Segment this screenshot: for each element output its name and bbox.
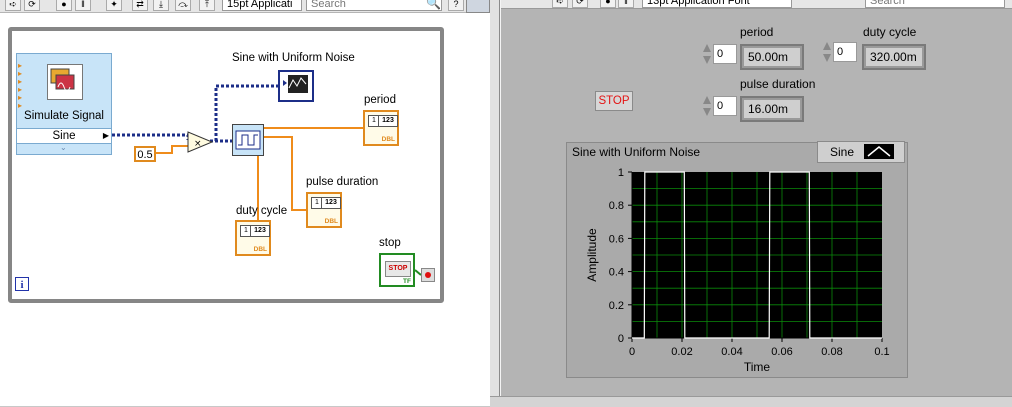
period-terminal-label: period <box>364 94 396 106</box>
expand-chevron-icon[interactable]: ⌄ <box>60 143 67 152</box>
type-label: DBL <box>253 246 267 253</box>
numeric-display-icon: 123 <box>378 115 398 127</box>
type-label: TF <box>403 278 411 285</box>
period-indicator: 50.00m <box>740 44 804 70</box>
duty-cycle-label: duty cycle <box>863 25 917 39</box>
numeric-wire-constant <box>156 145 188 154</box>
y-tick-label: 0.4 <box>609 267 624 279</box>
x-tick-label: 0 <box>629 346 635 358</box>
type-label: DBL <box>381 136 395 143</box>
waveform-graph-terminal[interactable] <box>278 70 314 102</box>
duty-cycle-indicator: 320.00m <box>862 44 926 70</box>
search-input[interactable]: Search <box>865 0 1005 8</box>
graph-terminal-label: Sine with Uniform Noise <box>232 52 355 64</box>
abort-icon[interactable]: ● <box>600 0 616 8</box>
x-tick-label: 0.04 <box>721 346 742 358</box>
simulate-signal-title: Simulate Signal <box>24 110 104 122</box>
font-ring[interactable]: 13pt Application Font <box>642 0 792 8</box>
duty-cycle-indicator-terminal[interactable]: 1 123 DBL <box>235 220 271 256</box>
numeric-display-icon: 123 <box>321 197 341 209</box>
simulate-signal-icon <box>47 64 83 100</box>
pulse-duration-value: 16.00m <box>744 100 800 118</box>
x-tick-label: 0.02 <box>671 346 692 358</box>
extract-info-express-vi[interactable] <box>232 124 264 156</box>
plot-svg: 0 0.2 0.4 0.6 0.8 1 0 0.02 0.04 0.06 0.08 0.1 Time Am… <box>585 167 890 374</box>
pause-icon[interactable]: ‖ <box>618 0 634 8</box>
period-increment-decrement[interactable] <box>701 41 713 67</box>
numeric-constant[interactable]: 0.5 <box>134 146 156 162</box>
duty-cycle-index[interactable]: 0 <box>833 42 857 62</box>
run-continuously-icon[interactable]: ⟳ <box>572 0 588 8</box>
numeric-wire-pulse <box>264 136 306 211</box>
period-index[interactable]: 0 <box>713 44 737 64</box>
stop-button-terminal[interactable]: STOP TF <box>379 253 415 287</box>
simulate-signal-express-vi[interactable]: ▸ ▸ ▸ ▸ ▸ ▸ Simulate Signal Sine ▶ ⌄ <box>16 53 112 155</box>
y-tick-label: 0 <box>618 333 624 345</box>
front-panel-toolbar: ➪ ⟳ ● ‖ 13pt Application Font Search <box>490 0 1012 9</box>
pulse-duration-indicator: 16.00m <box>740 96 804 122</box>
triangle-right-icon: ▶ <box>102 131 109 140</box>
period-value: 50.00m <box>744 48 800 66</box>
x-tick-label: 0.08 <box>821 346 842 358</box>
y-tick-label: 1 <box>618 167 624 179</box>
pulse-measure-icon <box>235 130 261 150</box>
simulate-signal-output-ring[interactable]: Sine ▶ <box>17 128 111 144</box>
horizontal-scrollbar[interactable] <box>490 396 1012 407</box>
x-tick-label: 0.1 <box>874 346 889 358</box>
simulate-signal-output-label: Sine <box>52 130 76 142</box>
pulse-duration-increment-decrement[interactable] <box>701 93 713 119</box>
block-diagram-window: ➪ ⟳ ● ‖ ✦ ⇄ ⤓ ⤼ ⤒ 15pt Applicati Search … <box>0 0 490 406</box>
window-border-highlight <box>500 0 501 406</box>
x-tick-label: 0.06 <box>771 346 792 358</box>
input-terminals-icon: ▸ ▸ ▸ ▸ ▸ ▸ <box>18 61 23 110</box>
y-tick-label: 0.2 <box>609 300 624 312</box>
svg-text:×: × <box>194 139 202 149</box>
y-tick-label: 0.8 <box>609 200 624 212</box>
stop-terminal-label: stop <box>379 237 401 249</box>
y-axis-label: Amplitude <box>585 228 599 282</box>
pulse-duration-indicator-terminal[interactable]: 1 123 DBL <box>306 192 342 228</box>
stop-terminal-icon: STOP <box>385 261 411 277</box>
pulse-duration-terminal-label: pulse duration <box>306 176 379 188</box>
duty-cycle-increment-decrement[interactable] <box>821 39 833 65</box>
period-label: period <box>740 25 774 39</box>
numeric-display-icon: 123 <box>250 225 270 237</box>
x-axis-label: Time <box>744 360 771 374</box>
window-border <box>490 0 500 406</box>
type-label: DBL <box>324 218 338 225</box>
duty-cycle-value: 320.00m <box>866 48 922 66</box>
loop-condition-terminal[interactable] <box>421 268 435 282</box>
y-tick-label: 0.6 <box>609 233 624 245</box>
stop-button[interactable]: STOP <box>595 91 633 111</box>
dynamic-wire-sim-to-mult <box>112 133 190 140</box>
graph-icon <box>283 75 308 93</box>
pulse-duration-label: pulse duration <box>740 77 816 91</box>
run-arrow-icon[interactable]: ➪ <box>552 0 568 8</box>
period-indicator-terminal[interactable]: 1 123 DBL <box>363 110 399 146</box>
pulse-duration-index[interactable]: 0 <box>713 96 737 116</box>
duty-cycle-terminal-label: duty cycle <box>236 205 288 217</box>
